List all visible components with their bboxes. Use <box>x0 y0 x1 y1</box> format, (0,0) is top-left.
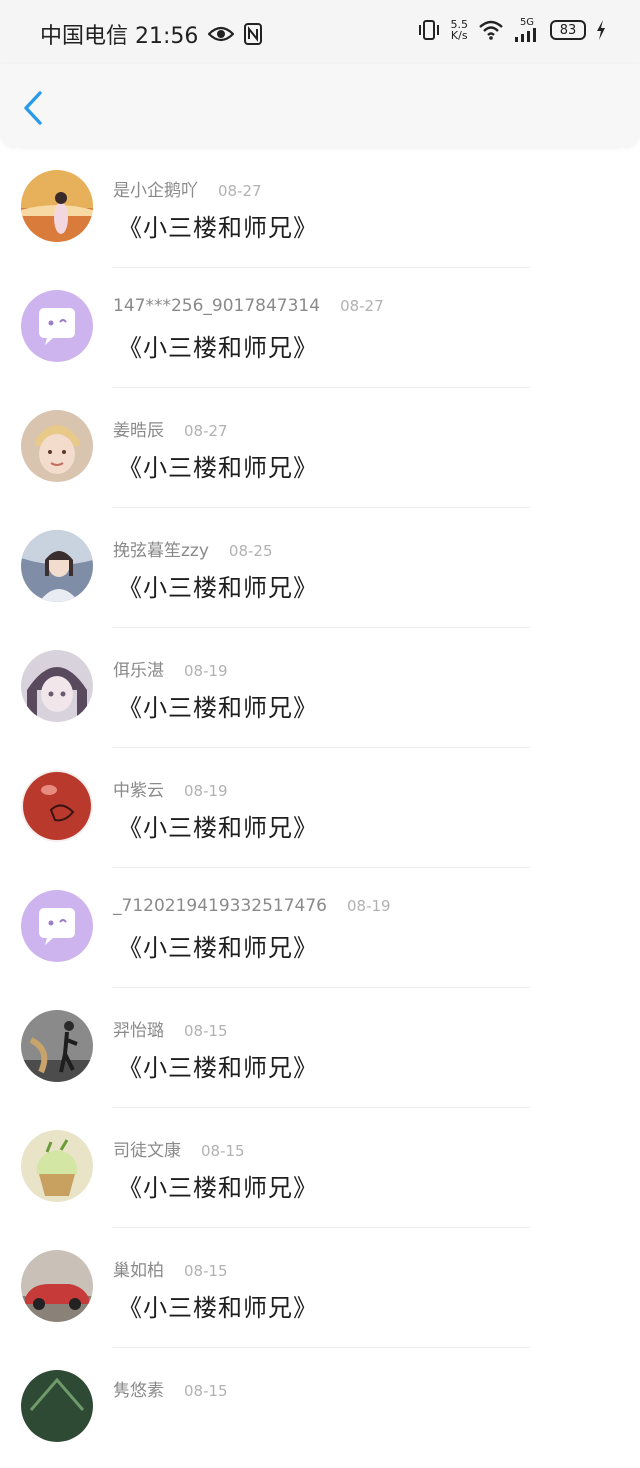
user-name[interactable]: 羿怡璐 <box>113 1016 164 1041</box>
user-name[interactable]: 隽悠素 <box>113 1376 164 1401</box>
avatar[interactable] <box>21 530 93 602</box>
nfc-icon <box>244 23 263 45</box>
list-item[interactable]: _7120219419332517476 08-19 《小三楼和师兄》 <box>0 868 640 988</box>
back-button[interactable] <box>20 90 48 126</box>
wifi-icon <box>478 20 504 40</box>
user-name[interactable]: _7120219419332517476 <box>113 896 327 916</box>
user-name[interactable]: 司徒文康 <box>113 1136 181 1161</box>
name-line: _7120219419332517476 08-19 <box>113 896 391 916</box>
comment-text: 《小三楼和师兄》 <box>118 694 318 722</box>
name-line: 巢如柏 08-15 <box>113 1256 228 1281</box>
post-date: 08-15 <box>184 1022 228 1040</box>
post-date: 08-25 <box>228 542 273 560</box>
post-date: 08-27 <box>218 182 262 200</box>
list-item[interactable]: 巢如柏 08-15 《小三楼和师兄》 <box>0 1228 640 1348</box>
name-line: 是小企鹅吖 08-27 <box>113 176 262 201</box>
battery-indicator: 83 <box>550 20 586 40</box>
name-line: 挽弦暮笙zzy 08-25 <box>113 536 273 561</box>
list-item[interactable]: 147***256_9017847314 08-27 《小三楼和师兄》 <box>0 268 640 388</box>
post-date: 08-15 <box>184 1382 228 1400</box>
comment-text: 《小三楼和师兄》 <box>118 1054 318 1082</box>
name-line: 147***256_9017847314 08-27 <box>113 296 384 316</box>
user-name[interactable]: 中紫云 <box>113 776 164 801</box>
avatar[interactable] <box>21 410 93 482</box>
charging-icon <box>596 20 606 40</box>
comment-text: 《小三楼和师兄》 <box>118 934 318 962</box>
post-date: 08-15 <box>201 1142 245 1160</box>
battery-level: 83 <box>559 22 577 38</box>
avatar[interactable] <box>21 1010 93 1082</box>
post-date: 08-27 <box>184 422 228 440</box>
user-name[interactable]: 姜晧辰 <box>113 416 164 441</box>
comment-text: 《小三楼和师兄》 <box>118 1174 318 1202</box>
avatar[interactable] <box>21 890 93 962</box>
comment-text: 《小三楼和师兄》 <box>118 454 318 482</box>
list-item[interactable]: 隽悠素 08-15 <box>0 1348 640 1468</box>
list-item[interactable]: 挽弦暮笙zzy 08-25 《小三楼和师兄》 <box>0 508 640 628</box>
post-date: 08-19 <box>184 662 228 680</box>
user-name[interactable]: 佴乐湛 <box>113 656 164 681</box>
list-item[interactable]: 姜晧辰 08-27 《小三楼和师兄》 <box>0 388 640 508</box>
avatar[interactable] <box>21 1250 93 1322</box>
name-line: 佴乐湛 08-19 <box>113 656 228 681</box>
avatar[interactable] <box>21 290 93 362</box>
post-date: 08-19 <box>184 782 228 800</box>
user-name[interactable]: 是小企鹅吖 <box>113 176 198 201</box>
avatar[interactable] <box>21 1130 93 1202</box>
comment-text: 《小三楼和师兄》 <box>118 1294 318 1322</box>
comment-list: 是小企鹅吖 08-27 《小三楼和师兄》 147***256_901784731… <box>0 148 640 1468</box>
post-date: 08-19 <box>347 897 391 915</box>
post-date: 08-27 <box>340 297 384 315</box>
avatar[interactable] <box>21 1370 93 1442</box>
comment-text: 《小三楼和师兄》 <box>118 334 318 362</box>
user-name[interactable]: 巢如柏 <box>113 1256 164 1281</box>
list-item[interactable]: 是小企鹅吖 08-27 《小三楼和师兄》 <box>0 148 640 268</box>
avatar[interactable] <box>21 170 93 242</box>
signal-label: 5G <box>519 17 535 28</box>
avatar[interactable] <box>21 770 93 842</box>
eye-icon <box>208 25 235 43</box>
name-line: 羿怡璐 08-15 <box>113 1016 228 1041</box>
user-name[interactable]: 147***256_9017847314 <box>113 296 320 316</box>
user-name[interactable]: 挽弦暮笙zzy <box>113 536 209 561</box>
header-bar <box>0 64 640 146</box>
vibrate-icon <box>417 19 441 41</box>
name-line: 姜晧辰 08-27 <box>113 416 228 441</box>
name-line: 隽悠素 08-15 <box>113 1376 228 1401</box>
carrier-time: 中国电信 21:56 <box>40 24 199 49</box>
name-line: 司徒文康 08-15 <box>113 1136 245 1161</box>
list-item[interactable]: 司徒文康 08-15 《小三楼和师兄》 <box>0 1108 640 1228</box>
status-bar: 中国电信 21:56 5.5 K/s 5G 83 <box>0 0 640 64</box>
chevron-left-icon <box>24 91 42 125</box>
avatar[interactable] <box>21 650 93 722</box>
list-item[interactable]: 佴乐湛 08-19 《小三楼和师兄》 <box>0 628 640 748</box>
net-speed-unit: K/s <box>450 29 468 42</box>
comment-text: 《小三楼和师兄》 <box>118 814 318 842</box>
list-item[interactable]: 中紫云 08-19 《小三楼和师兄》 <box>0 748 640 868</box>
signal-icon: 5G <box>514 18 540 42</box>
comment-text: 《小三楼和师兄》 <box>118 214 318 242</box>
status-left: 中国电信 21:56 <box>40 18 263 50</box>
status-right: 5.5 K/s 5G 83 <box>417 18 607 42</box>
comment-text: 《小三楼和师兄》 <box>118 574 318 602</box>
net-speed: 5.5 K/s <box>451 19 469 41</box>
name-line: 中紫云 08-19 <box>113 776 228 801</box>
list-item[interactable]: 羿怡璐 08-15 《小三楼和师兄》 <box>0 988 640 1108</box>
post-date: 08-15 <box>184 1262 228 1280</box>
